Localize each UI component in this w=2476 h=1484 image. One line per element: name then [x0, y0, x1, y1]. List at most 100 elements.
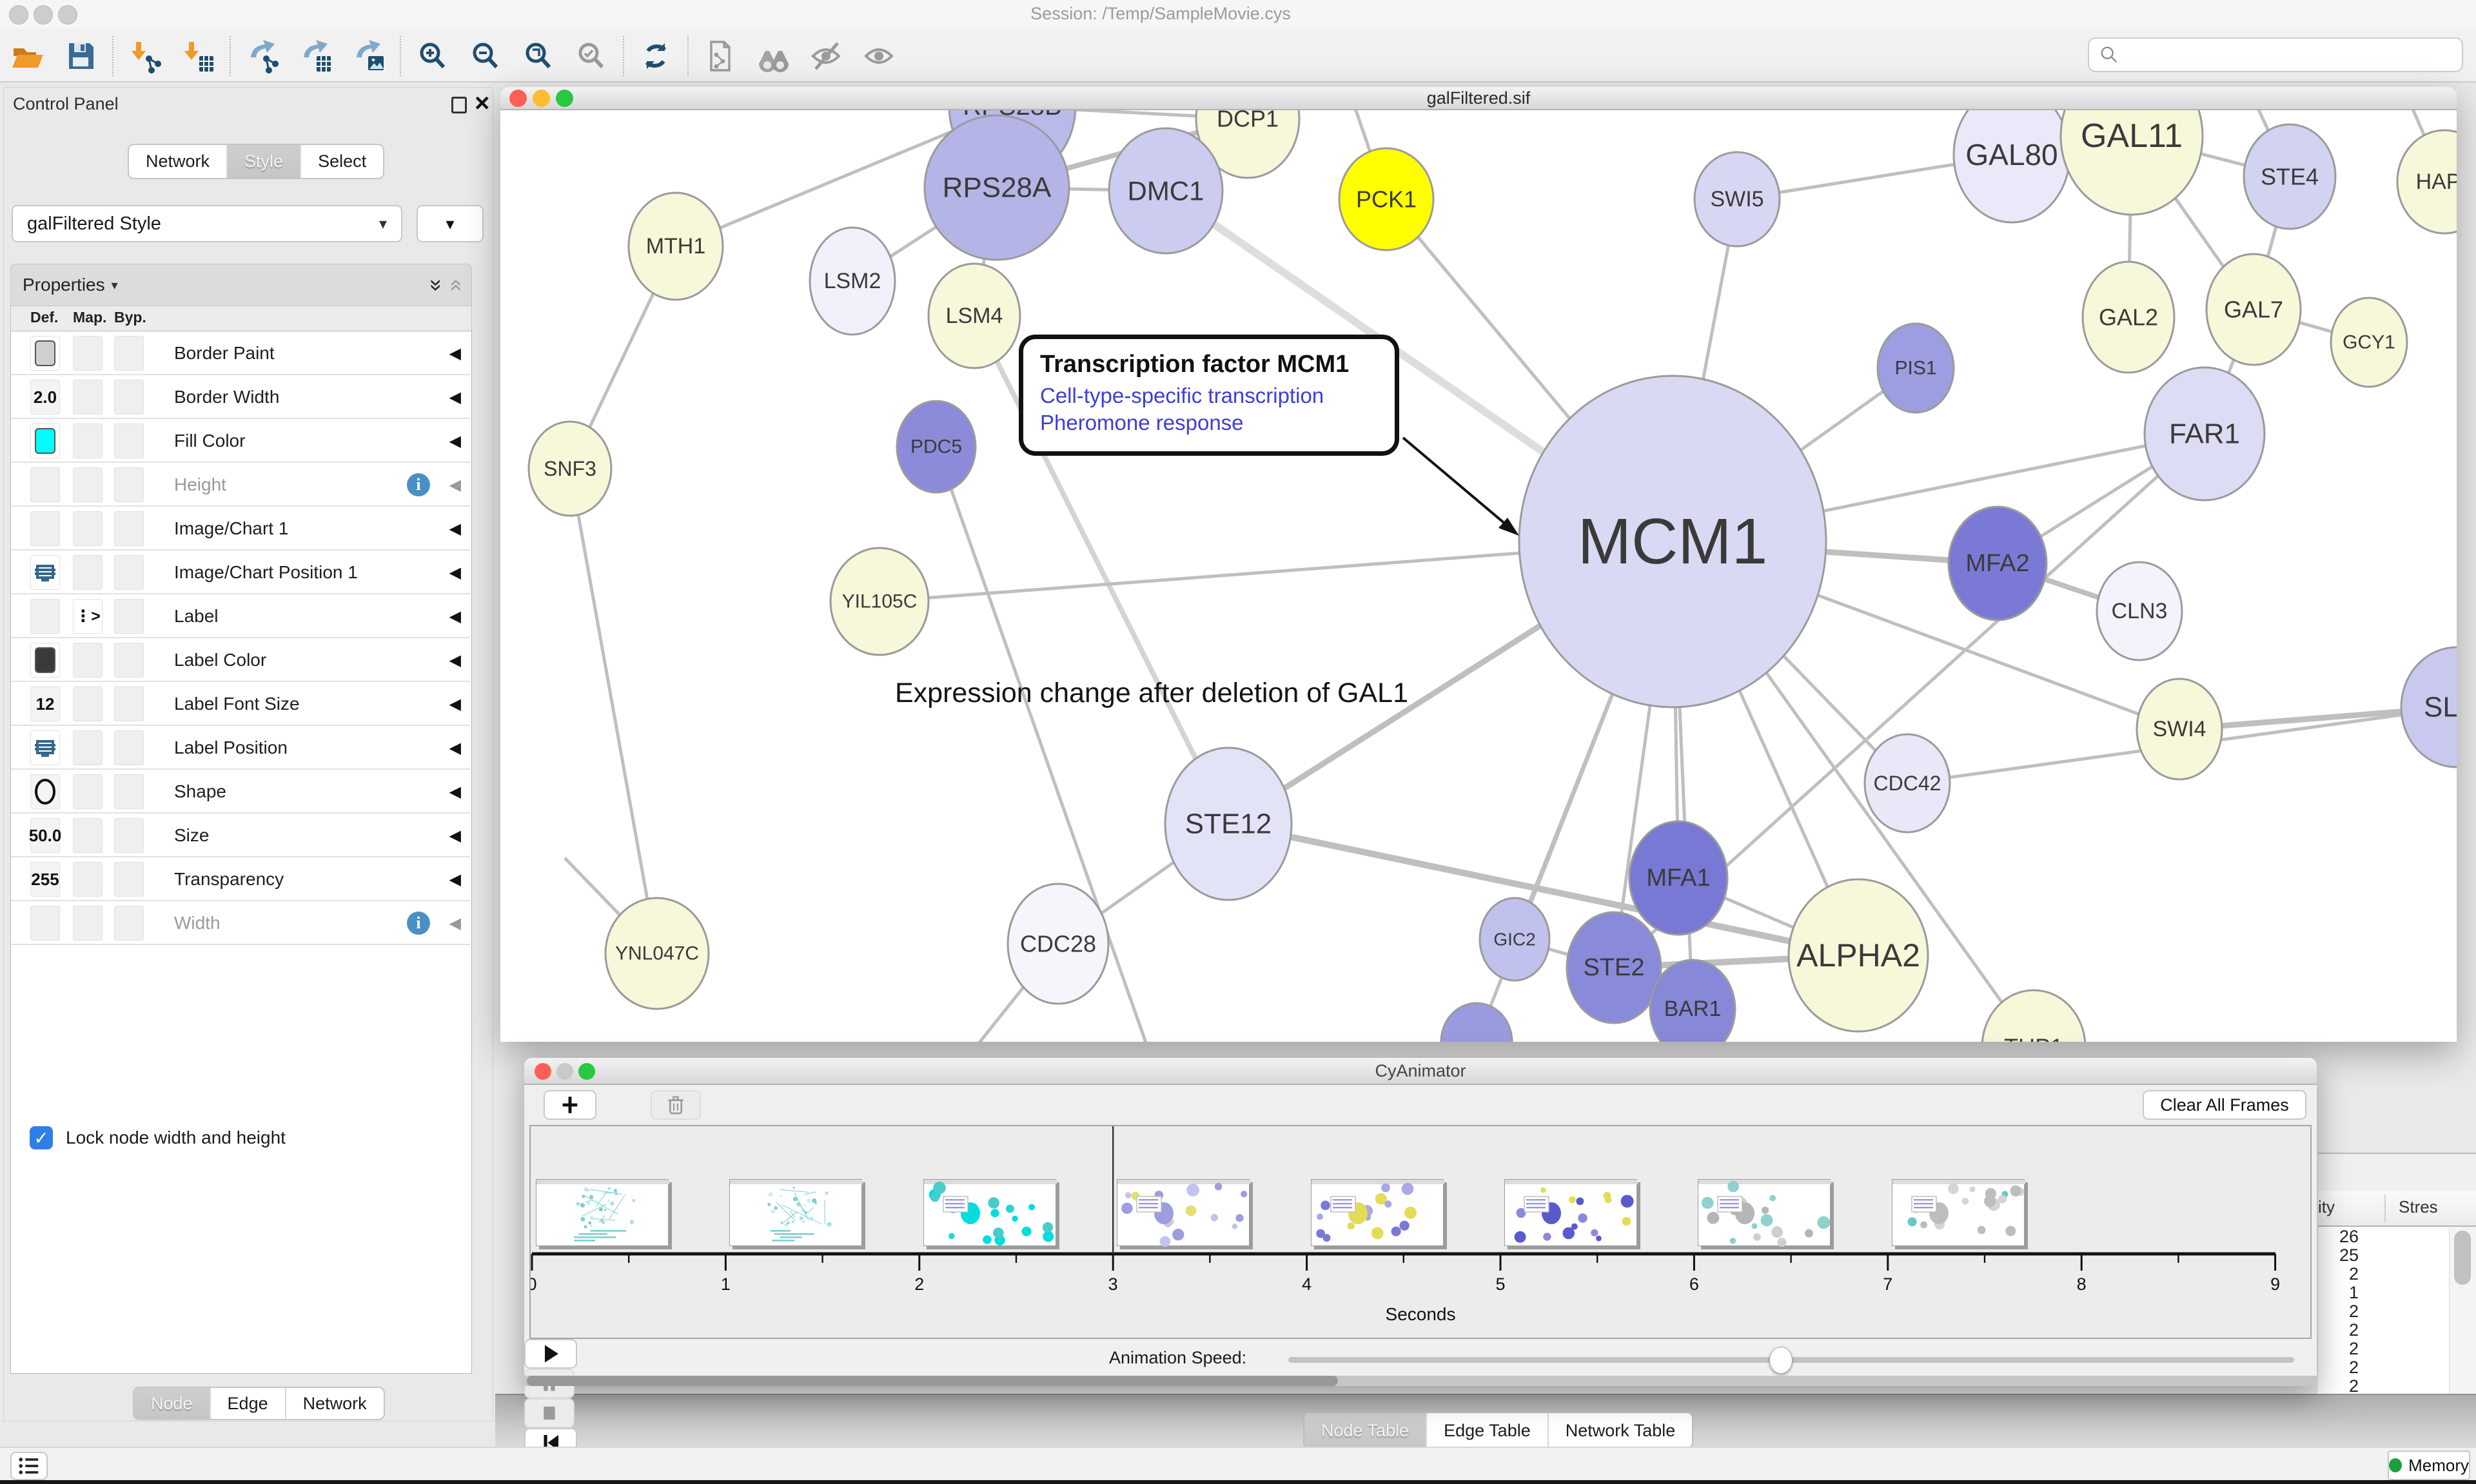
expand-row-icon[interactable]: ◀: [449, 682, 461, 726]
cyanimator-titlebar[interactable]: CyAnimator: [524, 1058, 2317, 1085]
hide-details-icon[interactable]: [805, 35, 847, 77]
import-table-icon[interactable]: [177, 35, 219, 77]
byp-cell[interactable]: [114, 687, 144, 721]
def-cell[interactable]: 50.0: [30, 818, 60, 853]
network-node-swi5[interactable]: SWI5: [1695, 152, 1780, 246]
export-table-icon[interactable]: [294, 35, 337, 77]
tab-network-table[interactable]: Network Table: [1548, 1413, 1693, 1448]
zoom-out-icon[interactable]: [464, 35, 507, 77]
network-node-mfa2[interactable]: MFA2: [1949, 507, 2047, 620]
property-row[interactable]: Label Position◀: [11, 726, 470, 770]
table-row[interactable]: 2: [2318, 1339, 2449, 1358]
tab-edge-table[interactable]: Edge Table: [1426, 1413, 1548, 1448]
def-cell[interactable]: [30, 643, 60, 678]
show-details-icon[interactable]: [858, 35, 900, 77]
export-image-icon[interactable]: [347, 35, 389, 77]
expand-row-icon[interactable]: ◀: [449, 594, 461, 638]
network-node-mfa1[interactable]: MFA1: [1629, 821, 1727, 935]
zoom-selected-icon[interactable]: [570, 35, 613, 77]
app-zoom-button[interactable]: [58, 5, 77, 24]
property-row[interactable]: Fill Color◀: [11, 419, 470, 463]
network-node-ste2[interactable]: STE2: [1567, 912, 1661, 1023]
save-session-icon[interactable]: [59, 35, 102, 77]
network-node-yil105c[interactable]: YIL105C: [830, 548, 928, 655]
network-node-gic2[interactable]: GIC2: [1480, 898, 1549, 981]
network-node-dmc1[interactable]: DMC1: [1109, 128, 1223, 253]
style-options-button[interactable]: ▾: [417, 205, 484, 242]
float-window-icon[interactable]: [451, 97, 467, 113]
network-node-pck1[interactable]: PCK1: [1339, 148, 1433, 250]
def-cell[interactable]: 255: [30, 862, 60, 897]
map-cell[interactable]: [73, 511, 103, 546]
map-cell[interactable]: [73, 467, 103, 502]
network-overview-icon[interactable]: [699, 35, 742, 77]
canvas-caption[interactable]: Expression change after deletion of GAL1: [895, 678, 1408, 709]
expand-row-icon[interactable]: ◀: [449, 901, 461, 945]
scrollbar-thumb[interactable]: [527, 1376, 1338, 1386]
network-node-alpha2[interactable]: ALPHA2: [1789, 879, 1928, 1031]
expand-row-icon[interactable]: ◀: [449, 463, 461, 507]
network-canvas[interactable]: RPS28BDCP1RPS28ADMC1PCK1SWI5GAL80GAL11ST…: [500, 110, 2457, 1042]
property-row[interactable]: ⋮>Label◀: [11, 594, 470, 638]
network-node-rps28a[interactable]: RPS28A: [925, 115, 1069, 260]
frame-thumbnail-6[interactable]: [1504, 1179, 1637, 1246]
def-cell[interactable]: [30, 555, 60, 590]
byp-cell[interactable]: [114, 467, 144, 502]
map-cell[interactable]: [73, 643, 103, 678]
map-cell[interactable]: [73, 424, 103, 458]
memory-button[interactable]: Memory: [2388, 1450, 2470, 1480]
network-node-purp[interactable]: [1441, 1003, 1512, 1042]
window-minimize-button[interactable]: [533, 90, 550, 107]
byp-cell[interactable]: [114, 906, 144, 941]
map-cell[interactable]: [73, 862, 103, 897]
expand-row-icon[interactable]: ◀: [449, 507, 461, 551]
tab-node-table[interactable]: Node Table: [1304, 1413, 1426, 1448]
expand-row-icon[interactable]: ◀: [449, 551, 461, 594]
property-row[interactable]: 50.0Size◀: [11, 814, 470, 857]
map-cell[interactable]: [73, 555, 103, 590]
def-cell[interactable]: [30, 424, 60, 458]
def-cell[interactable]: [30, 467, 60, 502]
frame-thumbnail-7[interactable]: [1698, 1179, 1831, 1246]
network-window-titlebar[interactable]: galFiltered.sif: [500, 87, 2457, 110]
expand-row-icon[interactable]: ◀: [449, 857, 461, 901]
property-row[interactable]: Border Paint◀: [11, 331, 470, 375]
animation-speed-slider[interactable]: [1288, 1347, 2294, 1372]
property-row[interactable]: Label Color◀: [11, 638, 470, 682]
table-row[interactable]: 1: [2318, 1283, 2449, 1302]
byp-cell[interactable]: [114, 555, 144, 590]
network-node-gal80[interactable]: GAL80: [1954, 110, 2070, 222]
export-network-icon[interactable]: [241, 35, 284, 77]
timeline-scrollbar[interactable]: [524, 1376, 2317, 1386]
annotation-link-2[interactable]: Pheromone response: [1040, 411, 1395, 435]
def-cell[interactable]: [30, 906, 60, 941]
slider-knob[interactable]: [1769, 1347, 1793, 1374]
task-history-button[interactable]: [10, 1452, 48, 1480]
network-node-lsm4[interactable]: LSM4: [928, 264, 1020, 368]
network-edge[interactable]: [570, 469, 657, 953]
expand-row-icon[interactable]: ◀: [449, 638, 461, 682]
byp-cell[interactable]: [114, 511, 144, 546]
import-network-icon[interactable]: [124, 35, 166, 77]
table-row[interactable]: 26: [2318, 1227, 2449, 1245]
network-node-cdc42[interactable]: CDC42: [1865, 734, 1950, 832]
info-icon[interactable]: i: [407, 473, 430, 496]
app-close-button[interactable]: [9, 5, 28, 24]
tab-select[interactable]: Select: [300, 145, 383, 178]
byp-cell[interactable]: [114, 774, 144, 809]
add-frame-button[interactable]: [544, 1090, 596, 1120]
table-row[interactable]: 25: [2318, 1245, 2449, 1264]
network-node-gal2[interactable]: GAL2: [2083, 262, 2174, 373]
table-scrollbar[interactable]: [2449, 1227, 2476, 1397]
def-cell[interactable]: 12: [30, 687, 60, 721]
expand-row-icon[interactable]: ◀: [449, 814, 461, 857]
properties-header[interactable]: Properties ▾ » »: [10, 264, 472, 306]
search-box[interactable]: [2088, 37, 2463, 72]
network-node-lsm2[interactable]: LSM2: [810, 228, 895, 335]
window-zoom-button[interactable]: [556, 90, 573, 107]
property-row[interactable]: Heighti◀: [11, 463, 470, 507]
byp-cell[interactable]: [114, 336, 144, 371]
expand-row-icon[interactable]: ◀: [449, 331, 461, 375]
def-cell[interactable]: [30, 511, 60, 546]
window-close-button[interactable]: [535, 1063, 551, 1080]
